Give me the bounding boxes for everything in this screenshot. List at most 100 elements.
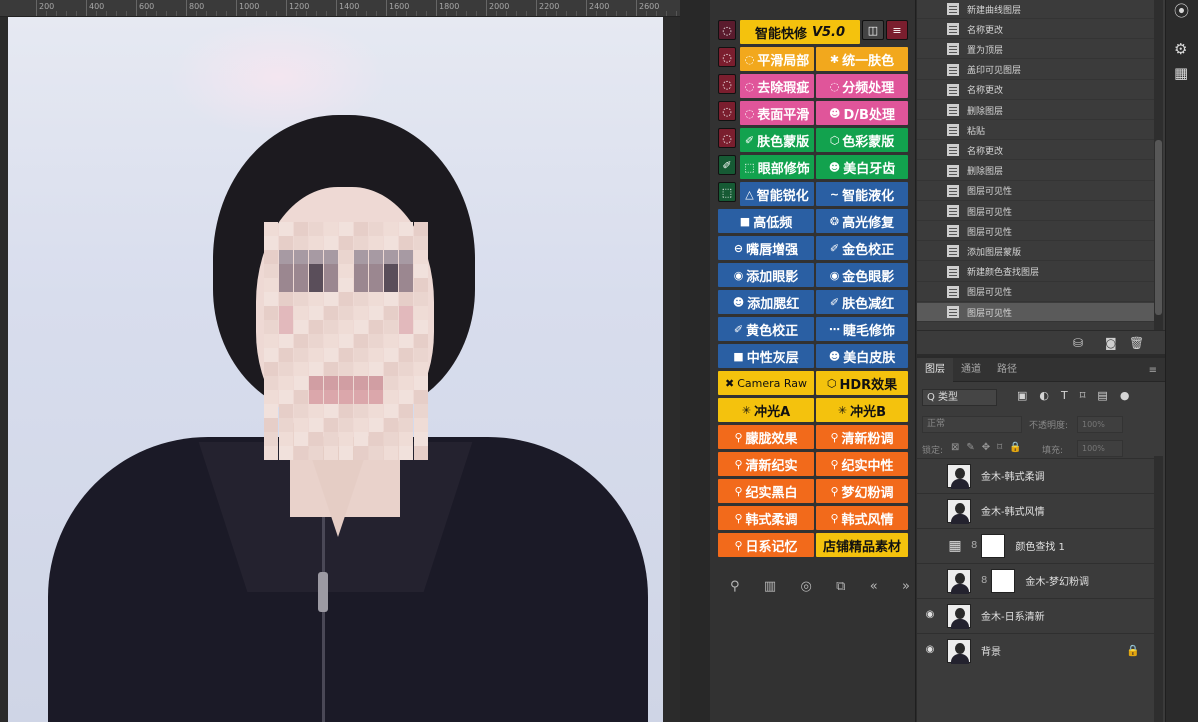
search-icon[interactable]: ⚲ <box>730 579 740 594</box>
plugin-button[interactable]: ⚲ 纪实黑白 <box>718 479 814 503</box>
fill-field[interactable]: 100% <box>1077 440 1123 457</box>
plugin-button[interactable]: ⚲ 韩式风情 <box>816 506 908 530</box>
history-checkbox[interactable] <box>923 305 937 319</box>
plugin-button[interactable]: ❂ 高光修复 <box>816 209 908 233</box>
history-item[interactable]: 新建颜色查找图层 <box>917 263 1154 282</box>
history-item[interactable]: 图层可见性 <box>917 283 1154 302</box>
history-item[interactable]: 盖印可见图层 <box>917 61 1154 80</box>
layer-filter-select[interactable]: Q 类型 <box>922 389 997 406</box>
layers-scrollbar[interactable] <box>1154 456 1163 722</box>
toggle-filter-icon[interactable]: ● <box>1120 389 1130 402</box>
visibility-eye-icon[interactable] <box>923 539 937 553</box>
shape-filter-icon[interactable]: ⌑ <box>1080 389 1086 402</box>
plugin-button[interactable]: ✳ 冲光A <box>718 398 814 422</box>
layer-mask-thumbnail[interactable] <box>981 533 1006 558</box>
plugin-button[interactable]: ☻ 添加腮红 <box>718 290 814 314</box>
layer-thumbnail[interactable] <box>947 463 971 489</box>
history-checkbox[interactable] <box>923 204 937 218</box>
history-checkbox[interactable] <box>923 224 937 238</box>
plugin-button[interactable]: ◌ 去除瑕疵 <box>740 74 814 98</box>
history-item[interactable]: 置为顶层 <box>917 40 1154 60</box>
history-item[interactable]: 名称更改 <box>917 20 1154 40</box>
history-checkbox[interactable] <box>923 22 937 36</box>
history-item[interactable]: 删除图层 <box>917 162 1154 181</box>
history-scroll-thumb[interactable] <box>1155 140 1162 315</box>
plugin-button[interactable]: 店铺精品素材 <box>816 533 908 557</box>
history-checkbox[interactable] <box>923 184 937 198</box>
plugin-button[interactable]: ■ 高低频 <box>718 209 814 233</box>
plugin-button[interactable]: ⚲ 纪实中性 <box>816 452 908 476</box>
plugin-button[interactable]: △ 智能锐化 <box>740 182 814 206</box>
lock-pixels-icon[interactable]: ⊠ <box>951 442 959 453</box>
swirl-icon[interactable]: ⦿ <box>1174 0 1189 21</box>
plugin-button[interactable]: ⚲ 清新粉调 <box>816 425 908 449</box>
image-canvas[interactable] <box>8 17 663 722</box>
history-item[interactable]: 图层可见性 <box>917 303 1154 322</box>
layer-thumbnail[interactable] <box>947 568 971 594</box>
plugin-button[interactable]: ◌ 表面平滑 <box>740 101 814 125</box>
plugin-button[interactable]: ✱ 统一肤色 <box>816 47 908 71</box>
chain-link-icon[interactable]: 8 <box>971 540 977 551</box>
brush-icon[interactable]: ◌ <box>718 20 736 40</box>
3d-icon[interactable]: ⚙ <box>1174 40 1187 58</box>
history-item[interactable]: 删除图层 <box>917 101 1154 120</box>
history-checkbox[interactable] <box>923 42 937 56</box>
eyedropper-icon[interactable]: ◌ <box>718 128 736 148</box>
plugin-button[interactable]: ✳ 冲光B <box>816 398 908 422</box>
target-icon[interactable]: ◎ <box>800 579 811 594</box>
history-checkbox[interactable] <box>923 143 937 157</box>
plugin-button[interactable]: ☻ 美白皮肤 <box>816 344 908 368</box>
prev-icon[interactable]: « <box>870 579 878 594</box>
brush-icon[interactable]: ◌ <box>718 47 736 67</box>
tab-channels[interactable]: 通道 <box>953 358 989 382</box>
history-item[interactable]: 图层可见性 <box>917 202 1154 221</box>
history-checkbox[interactable] <box>923 123 937 137</box>
plugin-button[interactable]: ⬡ HDR效果 <box>816 371 908 395</box>
history-item[interactable]: 添加图层蒙版 <box>917 242 1154 262</box>
plugin-button[interactable]: ⚲ 梦幻粉调 <box>816 479 908 503</box>
smart-filter-icon[interactable]: ▤ <box>1097 389 1107 402</box>
layer-row[interactable]: 8 金木-梦幻粉调 <box>917 563 1154 597</box>
tab-paths[interactable]: 路径 <box>989 358 1025 382</box>
plugin-button[interactable]: ◉ 金色眼影 <box>816 263 908 287</box>
history-checkbox[interactable] <box>923 164 937 178</box>
layer-row[interactable]: ◉ 金木-日系清新 <box>917 598 1154 632</box>
layer-row[interactable]: 金木-韩式风情 <box>917 493 1154 527</box>
history-item[interactable]: 图层可见性 <box>917 182 1154 201</box>
pixel-filter-icon[interactable]: ▣ <box>1017 389 1027 402</box>
visibility-eye-icon[interactable] <box>923 504 937 518</box>
visibility-eye-icon[interactable] <box>923 469 937 483</box>
lock-all-icon[interactable]: 🔒 <box>1009 442 1021 453</box>
plugin-button[interactable]: ☻ D/B处理 <box>816 101 908 125</box>
plugin-button[interactable]: ◌ 分频处理 <box>816 74 908 98</box>
plugin-button[interactable]: ⬚ 眼部修饰 <box>740 155 814 179</box>
plugin-button[interactable]: ∼ 智能液化 <box>816 182 908 206</box>
history-checkbox[interactable] <box>923 63 937 77</box>
lock-paint-icon[interactable]: ✎ <box>966 442 974 453</box>
type-filter-icon[interactable]: T <box>1061 389 1068 402</box>
history-item[interactable]: 粘贴 <box>917 121 1154 141</box>
new-document-icon[interactable]: ⛁ <box>1073 336 1083 350</box>
history-item[interactable]: 图层可见性 <box>917 222 1154 242</box>
brush-icon[interactable]: ◌ <box>718 74 736 94</box>
trash-icon[interactable]: 🗑 <box>1129 336 1144 350</box>
layer-mask-thumbnail[interactable] <box>991 568 1016 593</box>
plugin-title-button[interactable]: 智能快修 V5.0 <box>740 20 860 44</box>
plugin-button[interactable]: ✖ Camera Raw <box>718 371 814 395</box>
blend-mode-select[interactable]: 正常 <box>922 416 1022 433</box>
history-item[interactable]: 新建曲线图层 <box>917 0 1154 19</box>
history-checkbox[interactable] <box>923 103 937 117</box>
layer-thumbnail[interactable] <box>947 498 971 524</box>
plugin-button[interactable]: ◉ 添加眼影 <box>718 263 814 287</box>
lock-artboard-icon[interactable]: ⌑ <box>997 442 1002 453</box>
grid-icon[interactable]: ▦ <box>1174 64 1188 82</box>
copy-icon[interactable]: ⧉ <box>836 579 845 594</box>
plugin-button[interactable]: ☻ 美白牙齿 <box>816 155 908 179</box>
plugin-button[interactable]: ⊖ 嘴唇增强 <box>718 236 814 260</box>
layer-row[interactable]: ◉ 背景 🔒 <box>917 633 1154 667</box>
history-item[interactable]: 名称更改 <box>917 141 1154 161</box>
plugin-button[interactable]: ⚲ 清新纪实 <box>718 452 814 476</box>
brush-icon[interactable]: ◌ <box>718 101 736 121</box>
plugin-button[interactable]: ✐ 金色校正 <box>816 236 908 260</box>
plugin-button[interactable]: ■ 中性灰层 <box>718 344 814 368</box>
